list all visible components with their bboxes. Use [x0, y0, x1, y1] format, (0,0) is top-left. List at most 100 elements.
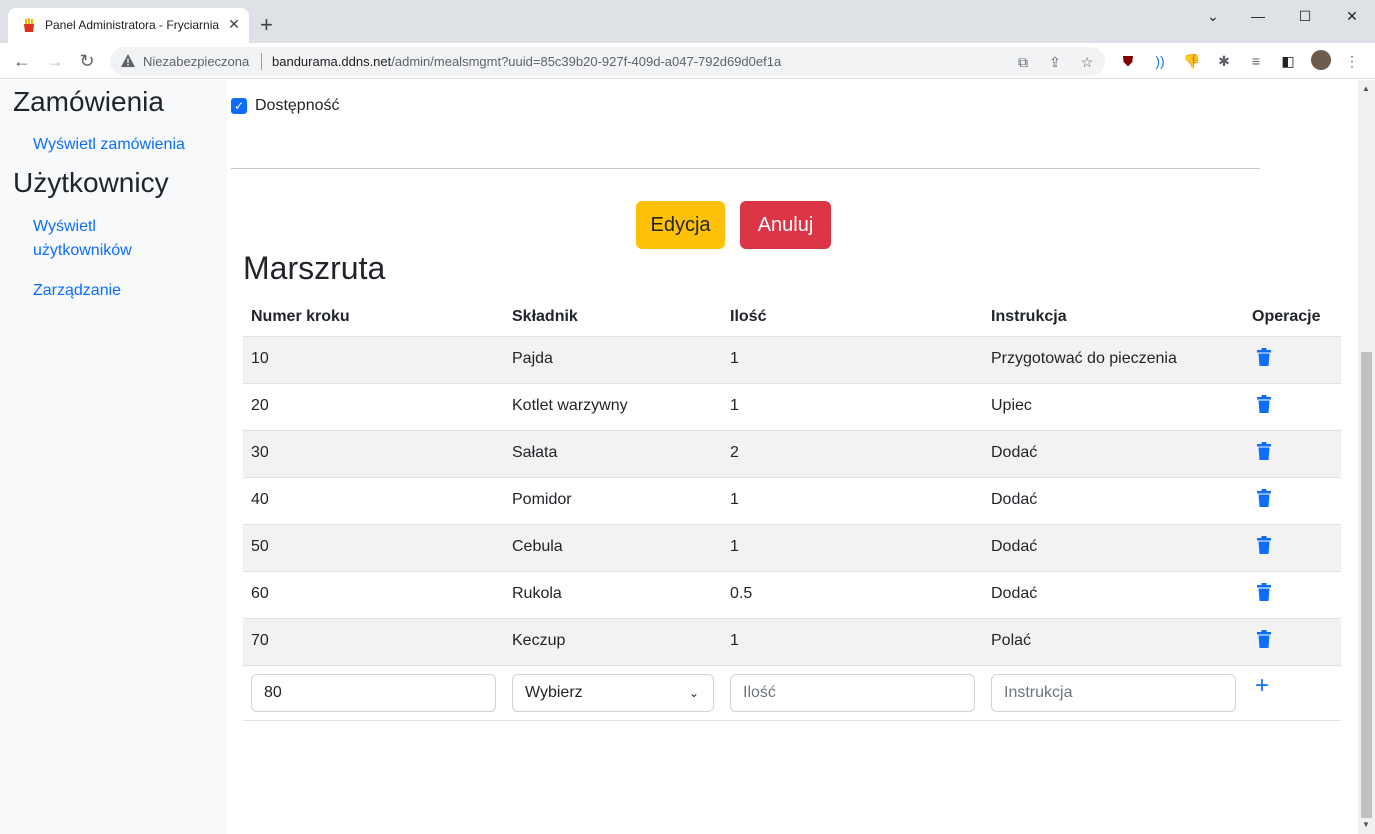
- url-host: bandurama.ddns.net: [272, 54, 392, 69]
- instruction-cell: Przygotować do pieczenia: [991, 350, 1177, 367]
- scrollbar-thumb[interactable]: [1361, 352, 1372, 818]
- forward-icon[interactable]: →: [43, 49, 67, 73]
- trash-icon[interactable]: [1257, 489, 1271, 507]
- dislike-extension-icon[interactable]: 👎: [1183, 52, 1201, 70]
- trash-icon[interactable]: [1257, 536, 1271, 554]
- table-row: 10 Pajda 1 Przygotować do pieczenia: [243, 337, 1341, 384]
- edit-button[interactable]: Edycja: [636, 201, 725, 249]
- table-row: 70 Keczup 1 Polać: [243, 619, 1341, 666]
- instruction-input[interactable]: Instrukcja: [991, 674, 1236, 712]
- trash-icon[interactable]: [1257, 630, 1271, 648]
- quantity-input[interactable]: Ilość: [730, 674, 975, 712]
- table-row: 50 Cebula 1 Dodać: [243, 525, 1341, 572]
- column-header-ingredient: Składnik: [512, 308, 578, 325]
- instruction-cell: Polać: [991, 632, 1032, 649]
- column-header-operations: Operacje: [1252, 308, 1321, 325]
- quantity-cell: 1: [730, 538, 739, 555]
- availability-label: Dostępność: [255, 97, 340, 114]
- ingredient-cell: Pomidor: [512, 491, 572, 508]
- address-separator: [261, 53, 262, 70]
- table-row: 30 Sałata 2 Dodać: [243, 431, 1341, 478]
- url-path: /admin/mealsmgmt?uuid=85c39b20-927f-409d…: [391, 54, 782, 69]
- wifi-extension-icon[interactable]: )): [1151, 52, 1169, 70]
- media-queue-icon[interactable]: ≡: [1247, 52, 1265, 70]
- ingredient-cell: Keczup: [512, 632, 566, 649]
- step-number-input[interactable]: 80: [251, 674, 496, 712]
- ingredient-cell: Kotlet warzywny: [512, 397, 628, 414]
- browser-toolbar: ← → ↻ Niezabezpieczona bandurama.ddns.ne…: [0, 43, 1375, 79]
- users-heading: Użytkownicy: [13, 167, 169, 198]
- instruction-cell: Dodać: [991, 538, 1038, 555]
- ingredient-cell: Rukola: [512, 585, 562, 602]
- menu-dots-icon[interactable]: ⋮: [1343, 52, 1361, 70]
- warning-icon: [121, 54, 135, 67]
- maximize-icon[interactable]: ☐: [1290, 6, 1320, 26]
- sidebar-link-users[interactable]: Wyświetl użytkowników: [33, 215, 132, 263]
- availability-checkbox[interactable]: ✓: [231, 98, 247, 114]
- step-cell: 70: [251, 632, 269, 649]
- column-header-instruction: Instrukcja: [991, 308, 1067, 325]
- instruction-cell: Dodać: [991, 491, 1038, 508]
- url-text[interactable]: bandurama.ddns.net/admin/mealsmgmt?uuid=…: [272, 54, 781, 69]
- ingredient-cell: Sałata: [512, 444, 558, 461]
- trash-icon[interactable]: [1257, 583, 1271, 601]
- chevron-down-icon[interactable]: ⌄: [1198, 6, 1228, 26]
- new-tab-icon[interactable]: +: [260, 14, 273, 36]
- close-tab-icon[interactable]: ✕: [226, 16, 242, 32]
- scroll-down-arrow-icon[interactable]: ▼: [1362, 820, 1370, 829]
- quantity-cell: 1: [730, 397, 739, 414]
- puzzle-icon[interactable]: ✱: [1215, 52, 1233, 70]
- step-cell: 20: [251, 397, 269, 414]
- table-row: 60 Rukola 0.5 Dodać: [243, 572, 1341, 619]
- sidebar-link-manage[interactable]: Zarządzanie: [33, 279, 121, 303]
- table-row: 20 Kotlet warzywny 1 Upiec: [243, 384, 1341, 431]
- window-close-icon[interactable]: ✕: [1337, 6, 1367, 26]
- scroll-up-arrow-icon[interactable]: ▲: [1362, 84, 1370, 93]
- quantity-cell: 0.5: [730, 585, 753, 602]
- instruction-cell: Dodać: [991, 585, 1038, 602]
- share-icon[interactable]: ⇪: [1046, 53, 1064, 71]
- column-header-quantity: Ilość: [730, 308, 767, 325]
- ingredient-cell: Cebula: [512, 538, 563, 555]
- add-step-row: 80 Wybierz ⌄ Ilość Instrukcja +: [243, 666, 1341, 721]
- table-header: Numer kroku Składnik Ilość Instrukcja Op…: [243, 297, 1341, 337]
- orders-heading: Zamówienia: [13, 86, 164, 117]
- reload-icon[interactable]: ↻: [75, 49, 99, 73]
- page-content: Zamówienia Wyświetl zamówienia Użytkowni…: [0, 80, 1358, 834]
- side-panel-icon[interactable]: ◧: [1279, 52, 1297, 70]
- step-cell: 10: [251, 350, 269, 367]
- address-bar[interactable]: Niezabezpieczona bandurama.ddns.net/admi…: [110, 47, 1105, 76]
- trash-icon[interactable]: [1257, 348, 1271, 366]
- instruction-cell: Upiec: [991, 397, 1032, 414]
- minimize-icon[interactable]: —: [1243, 6, 1273, 26]
- add-step-plus-icon[interactable]: +: [1255, 674, 1269, 698]
- instruction-cell: Dodać: [991, 444, 1038, 461]
- column-header-step: Numer kroku: [251, 308, 350, 325]
- ingredient-select-value: Wybierz: [525, 684, 583, 701]
- step-cell: 30: [251, 444, 269, 461]
- ingredient-select[interactable]: Wybierz ⌄: [512, 674, 714, 712]
- sidebar-link-users-line2: użytkowników: [33, 242, 132, 259]
- step-cell: 40: [251, 491, 269, 508]
- browser-tab[interactable]: Panel Administratora - Fryciarnia ✕: [8, 8, 249, 43]
- ublock-icon[interactable]: ⛊: [1119, 52, 1137, 70]
- translate-icon[interactable]: ⧉: [1014, 53, 1032, 71]
- trash-icon[interactable]: [1257, 442, 1271, 460]
- browser-tab-bar: Panel Administratora - Fryciarnia ✕ + ⌄ …: [0, 0, 1375, 43]
- sidebar: Zamówienia Wyświetl zamówienia Użytkowni…: [0, 80, 227, 834]
- bookmark-star-icon[interactable]: ☆: [1078, 53, 1096, 71]
- cancel-button[interactable]: Anuluj: [740, 201, 831, 249]
- step-cell: 50: [251, 538, 269, 555]
- divider: [231, 168, 1260, 169]
- page-scrollbar[interactable]: ▲ ▼: [1358, 80, 1375, 834]
- trash-icon[interactable]: [1257, 395, 1271, 413]
- chevron-down-icon: ⌄: [688, 686, 699, 700]
- back-icon[interactable]: ←: [10, 49, 34, 73]
- ingredient-cell: Pajda: [512, 350, 553, 367]
- quantity-cell: 2: [730, 444, 739, 461]
- table-row: 40 Pomidor 1 Dodać: [243, 478, 1341, 525]
- security-label: Niezabezpieczona: [143, 54, 250, 69]
- route-title: Marszruta: [243, 250, 386, 286]
- sidebar-link-orders[interactable]: Wyświetl zamówienia: [33, 133, 185, 157]
- profile-avatar[interactable]: [1311, 50, 1331, 70]
